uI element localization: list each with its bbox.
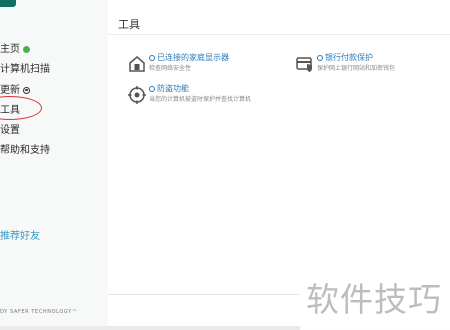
sidebar: 主页 计算机扫描 更新 工具 设置 帮助和支持 推荐好友 DY SAFER TE… [0,0,108,330]
watermark-text: 软件技巧 [306,280,442,319]
sidebar-item-label: 主页 [0,44,20,55]
tool-title: 防盗功能 [149,83,189,94]
brand-footer: DY SAFER TECHNOLOGY™ [0,309,78,315]
tool-banking-protection[interactable]: 银行付款保护 保护网上银行网站和加密钱包 [295,52,445,76]
update-indicator-icon [23,86,30,94]
status-ok-icon [23,45,30,53]
sidebar-item-label: 更新 [0,85,20,96]
divider [108,34,450,35]
tool-title: 银行付款保护 [317,52,373,63]
tool-title: 已连接的家庭显示器 [149,52,229,63]
info-icon [317,54,323,61]
anti-theft-icon [128,86,146,104]
sidebar-item-label: 帮助和支持 [0,145,50,156]
logo-tab [0,0,16,7]
tool-description: 检查网络安全性 [149,65,192,72]
sidebar-item-label: 设置 [0,125,20,136]
tool-description: 保护网上银行网站和加密钱包 [317,65,396,72]
sidebar-item-computer-scan[interactable]: 计算机扫描 [0,60,50,75]
home-network-icon [129,56,145,72]
sidebar-item-label: 计算机扫描 [0,64,50,75]
sidebar-item-update[interactable]: 更新 [0,81,30,96]
refer-friend-link[interactable]: 推荐好友 [0,227,40,242]
tool-description: 当您的计算机被盗时保护并查找计算机 [149,96,252,103]
info-icon [149,54,155,61]
banking-protection-icon [296,57,312,72]
annotation-ellipse [0,96,42,120]
sidebar-item-settings[interactable]: 设置 [0,121,20,136]
tool-home-network[interactable]: 已连接的家庭显示器 检查网络安全性 [127,52,277,76]
sidebar-item-home[interactable]: 主页 [0,40,30,55]
page-title: 工具 [118,18,140,31]
tool-anti-theft[interactable]: 防盗功能 当您的计算机被盗时保护并查找计算机 [127,83,297,107]
watermark: 软件技巧 [300,255,450,330]
sidebar-item-help[interactable]: 帮助和支持 [0,141,50,156]
info-icon [149,85,155,92]
